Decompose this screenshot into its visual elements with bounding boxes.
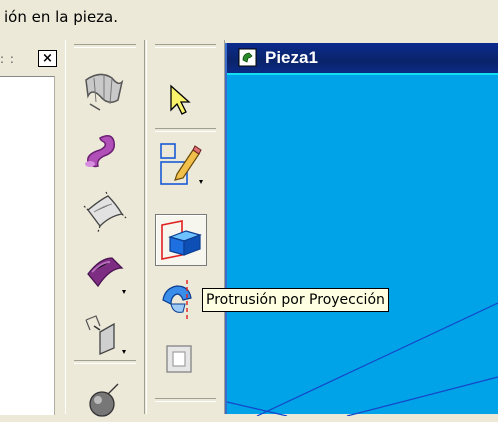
toolbar-grip[interactable] <box>74 44 136 48</box>
3d-viewport[interactable] <box>227 73 498 416</box>
status-bar-text: ión en la pieza. <box>0 0 498 34</box>
reference-planes <box>227 302 498 416</box>
surface-sweep-icon <box>85 73 124 111</box>
trim-surface-button[interactable] <box>78 306 130 358</box>
toolbar-grip[interactable] <box>155 44 216 48</box>
document-title: Pieza1 <box>265 48 318 67</box>
protrusion-icon <box>161 220 202 260</box>
select-tool-button[interactable] <box>155 70 207 122</box>
extruded-surface-icon <box>87 257 126 294</box>
tooltip: Protrusión por Proyección <box>202 288 389 312</box>
revolve-cut-icon <box>162 280 192 320</box>
feature-toolbar <box>146 40 225 414</box>
bounded-surface-button[interactable] <box>78 186 130 238</box>
thin-wall-icon <box>166 345 192 373</box>
panel-list-area[interactable] <box>0 76 55 415</box>
sphere-icon <box>89 383 119 417</box>
projection-protrusion-button[interactable] <box>155 274 207 326</box>
sketch-button[interactable] <box>155 136 207 188</box>
hook-solid-icon <box>85 135 116 168</box>
pathfinder-panel: : : × <box>0 42 61 415</box>
panel-close-button[interactable]: × <box>38 50 57 67</box>
toolbar-separator <box>155 128 216 132</box>
document-titlebar[interactable]: Pieza1 <box>227 43 498 73</box>
protrusion-button[interactable] <box>155 214 207 266</box>
thin-wall-button[interactable] <box>155 334 207 386</box>
bounded-surface-icon <box>83 191 127 233</box>
document-window: Pieza1 <box>225 43 498 416</box>
arrow-cursor-icon <box>170 84 191 115</box>
panel-grip: : : <box>0 52 15 66</box>
surface-toolbar <box>65 40 145 417</box>
sketch-pencil-icon <box>160 143 203 185</box>
hook-solid-button[interactable] <box>78 126 130 178</box>
part-document-icon <box>238 48 257 67</box>
trim-surface-icon <box>85 315 126 355</box>
sphere-button[interactable] <box>78 370 130 422</box>
extruded-surface-button[interactable] <box>78 246 130 298</box>
toolbar-separator <box>155 398 216 402</box>
surface-sweep-button[interactable] <box>78 66 130 118</box>
toolbar-separator <box>74 360 136 364</box>
